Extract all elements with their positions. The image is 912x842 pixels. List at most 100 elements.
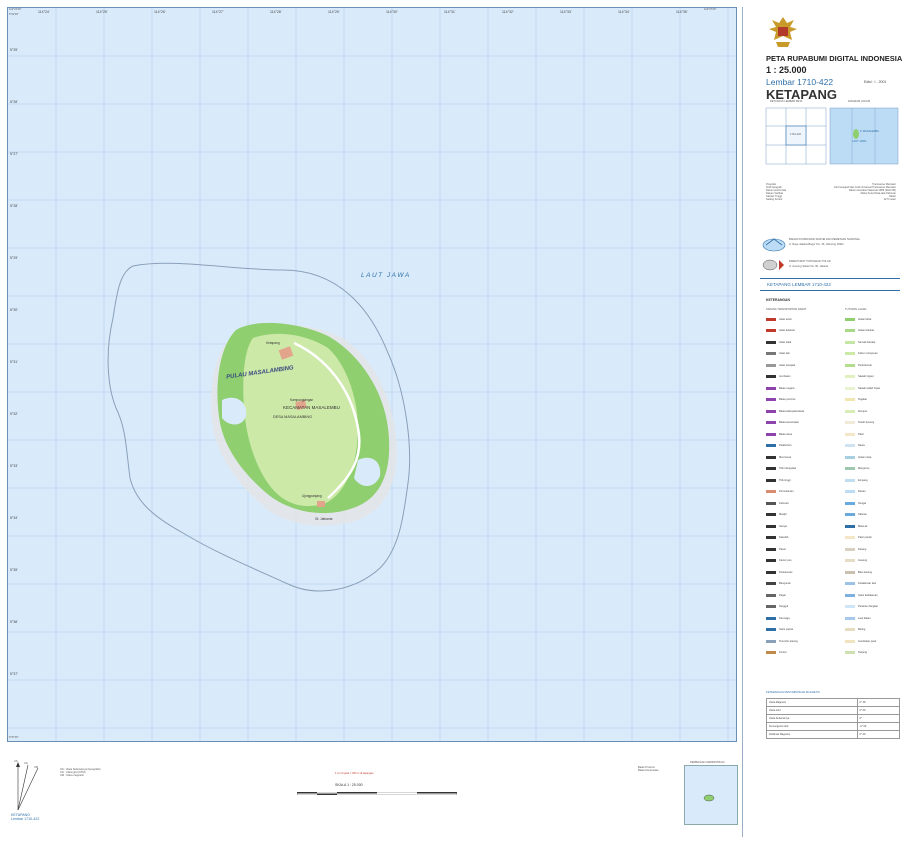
index-left-header: PETUNJUK LEMBAR PETA [770, 100, 803, 103]
table-row: Deklinasi Magnetis 0° 40' [766, 730, 901, 739]
legend-item: Sungai [845, 500, 866, 506]
legend-label: Rumput [858, 409, 868, 413]
tick-label-left: 5°32' [10, 412, 18, 416]
table-cell-value: 0° 40' [856, 730, 901, 739]
tick-label-left: 5°34' [10, 516, 18, 520]
legend-item: Jembatan [766, 374, 790, 380]
corner-label-top-left: 114°22'30" [9, 8, 22, 11]
legend-item: Hutan lebat [845, 316, 871, 322]
north-label: US [14, 760, 18, 763]
map-canvas[interactable] [8, 8, 737, 742]
legend-symbol [766, 340, 776, 344]
legend-item: Pelabuhan [766, 443, 791, 449]
map-frame[interactable]: 114°24' 114°25' 114°26' 114°27' 114°28' 114°2… [7, 7, 737, 742]
legend-item: Beting [845, 627, 865, 633]
legend-item: Pasar [766, 546, 786, 552]
bakosurtanal-logo-icon [762, 238, 786, 252]
legend-item: Rawa [845, 443, 865, 449]
legend-label: Titik tinggi [779, 478, 791, 482]
table-cell-value: 0° 04' [856, 706, 901, 715]
legend-item: Batas kecamatan [766, 420, 799, 426]
legend-label: Kebun campuran [858, 352, 878, 355]
bottom-sheet-label: KETAPANG Lembar 1710-422 [11, 813, 40, 821]
map-series-title: PETA RUPABUMI DIGITAL INDONESIA [766, 54, 903, 63]
north-label: UG [24, 762, 28, 765]
legend-symbol [845, 467, 855, 470]
table-cell-value: 0° 36' [856, 698, 901, 707]
legend-symbol [766, 559, 776, 562]
legend-symbol [845, 363, 855, 367]
tick-label-left: 5°30' [10, 308, 18, 312]
tick-label-left: 5°29' [10, 256, 18, 260]
legend-symbol [845, 570, 855, 574]
legend-label: Danau [858, 490, 866, 493]
table-cell-value: 0° [856, 714, 901, 723]
tick-label-left: 5°25' [10, 48, 18, 52]
legend-item: Pagar [766, 592, 786, 598]
legend-symbol [766, 547, 776, 551]
legend-label: Laut dalam [858, 616, 871, 620]
legend-item: Kuburan [766, 500, 789, 506]
legend-symbol [766, 605, 776, 608]
edition-label: Edisi : I - 2001 [864, 80, 887, 84]
legend-symbol [766, 536, 776, 539]
tick-label-left: 5°35' [10, 568, 18, 572]
legend-symbol [766, 467, 776, 470]
legend-label: Garis pantai [779, 628, 793, 631]
tick-label-top: 114°30' [386, 10, 398, 14]
legend-label: Tanjung [858, 651, 868, 654]
legend-item: Empang [845, 477, 868, 483]
legend-symbol [845, 628, 855, 631]
legend-item: Jalan lokal [766, 339, 791, 345]
legend-label: Jembatan [779, 375, 791, 378]
magnetic-table: Utara Magnetis 0° 36' Utara Grid 0° 04' Utar… [766, 698, 901, 739]
legend-symbol [845, 386, 855, 390]
legend-item: Batas kabupaten/kota [766, 408, 804, 414]
tick-label-top: 114°26' [154, 10, 166, 14]
legend-symbol [766, 478, 776, 482]
table-cell-label: Utara Sebenarnya [766, 714, 858, 723]
legend-item: Tanjung [845, 650, 867, 656]
legend-symbol [766, 513, 776, 516]
legend-label: Beting [858, 628, 866, 631]
legend-item: Masjid [766, 512, 787, 518]
index-right-header: DIAGRAM LOKASI [848, 100, 871, 103]
legend-label: Empang [858, 478, 868, 482]
note-line: UM : Utara magnetis [60, 774, 84, 777]
legend-label: Saluran [858, 513, 867, 516]
tick-label-left: 5°28' [10, 204, 18, 208]
corner-label-bottom-left: 5°37'30" [9, 736, 19, 739]
legend-item: Kantor pos [766, 558, 792, 564]
sheet-number: Lembar 1710-422 [766, 77, 834, 87]
table-cell-label: Utara Grid [766, 706, 858, 715]
legend-symbol [766, 421, 776, 424]
topdam-logo-icon [762, 259, 784, 271]
legend-symbol [845, 582, 855, 585]
table-row: Utara Grid 0° 04' [766, 706, 901, 715]
legend-symbol [845, 490, 855, 493]
legend-symbol [845, 455, 855, 459]
legend-label: Mangrove [858, 467, 870, 470]
corner-label-lat: 5°22'30" [9, 13, 19, 16]
legend-label: Kantor pos [779, 559, 792, 562]
legend-item: Hutan rawa [845, 454, 871, 460]
legend-label: Jalan kolektor [779, 329, 796, 332]
legend-label: Pasar [779, 547, 786, 551]
tick-label-top: 114°32' [502, 10, 514, 14]
agency-address: Jl. Gunung Sahari No. 90, Jakarta [789, 265, 829, 268]
map-scale: 1 : 25.000 [766, 65, 807, 75]
legend-symbol [766, 616, 776, 620]
legend-item: Semak belukar [845, 339, 875, 345]
legend-item: Batas provinsi [766, 397, 795, 403]
legend-item: Jalan arteri [766, 316, 792, 322]
legend-item: Rumput [845, 408, 867, 414]
tick-label-top: 114°28' [270, 10, 282, 14]
legend-item: Kontur [766, 650, 787, 656]
projection-info: Proyeksi Transverse Mercator Grid Geograf… [766, 183, 896, 201]
tick-label-top: 114°33' [560, 10, 572, 14]
table-cell-value: -0° 04' [856, 722, 901, 731]
info-value: 12,5 meter [883, 198, 896, 201]
legend-label: Jalan arteri [779, 317, 792, 321]
legend-symbol [845, 421, 855, 424]
index-sea-label: LAUT JAWA [852, 140, 867, 143]
